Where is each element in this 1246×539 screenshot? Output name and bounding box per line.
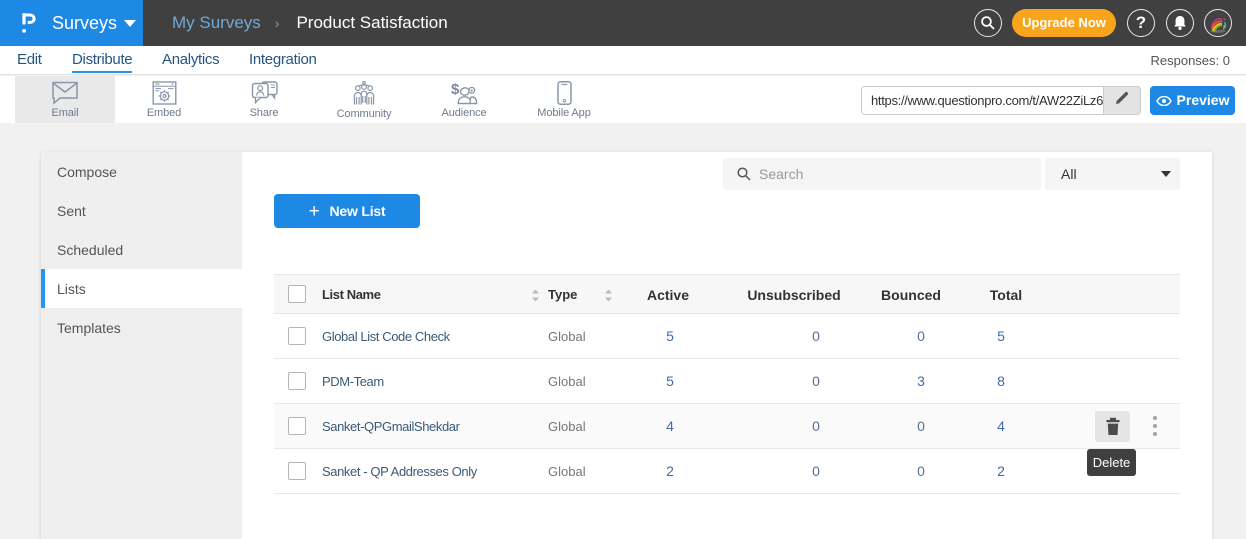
svg-text:$: $ [451, 81, 460, 98]
